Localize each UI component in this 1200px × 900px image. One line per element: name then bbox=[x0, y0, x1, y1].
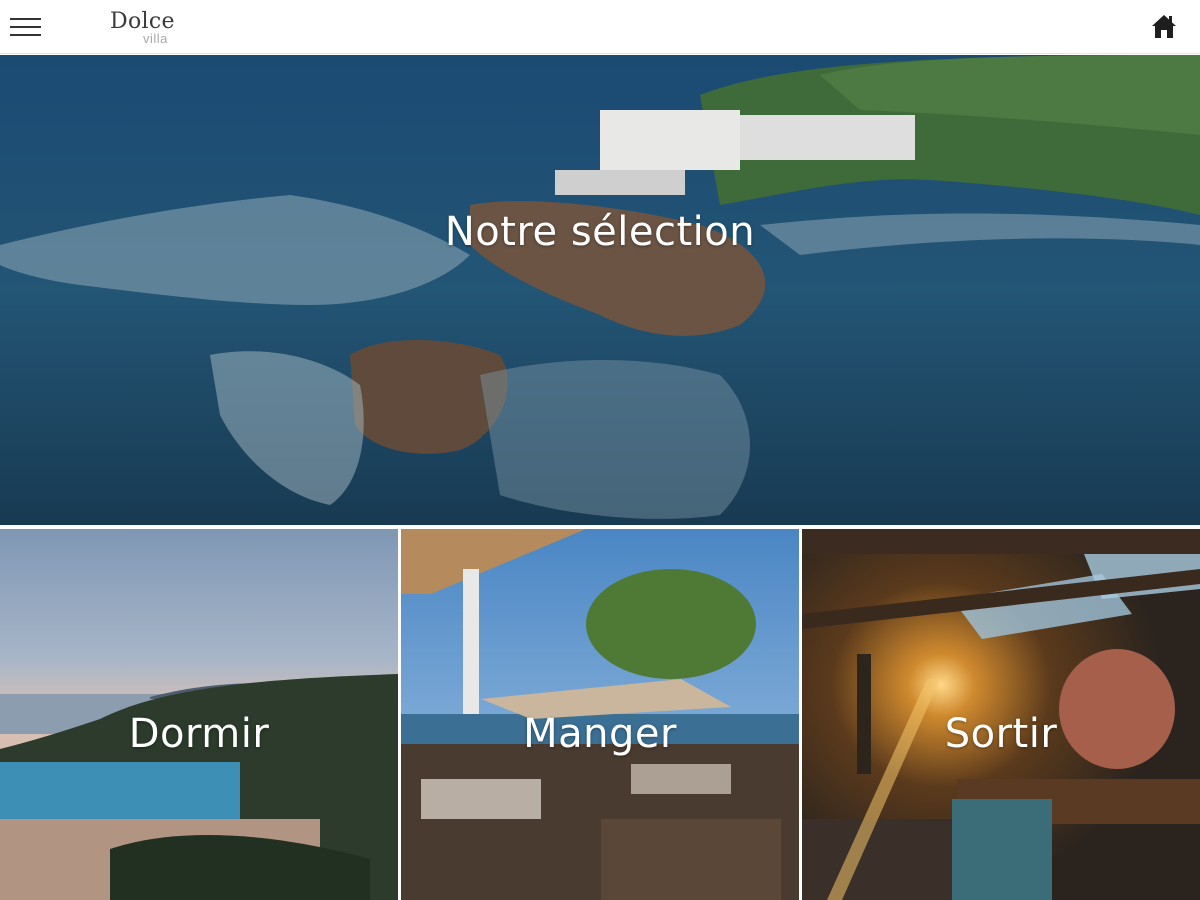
sortir-label: Sortir bbox=[944, 711, 1058, 757]
dormir-label: Dormir bbox=[128, 711, 270, 757]
tile-dormir[interactable]: Dormir bbox=[0, 529, 398, 900]
hero-image bbox=[0, 55, 1200, 525]
tile-notre-selection[interactable]: Notre sélection bbox=[0, 55, 1200, 525]
tile-manger[interactable]: Manger bbox=[401, 529, 799, 900]
home-icon[interactable] bbox=[1150, 12, 1178, 40]
hero-label: Notre sélection bbox=[444, 209, 756, 255]
app-header: Dolce villa bbox=[0, 0, 1200, 54]
manger-label: Manger bbox=[523, 711, 677, 757]
logo-sub-text: villa bbox=[143, 31, 168, 46]
logo[interactable]: Dolce villa bbox=[108, 6, 188, 48]
tile-sortir[interactable]: Sortir bbox=[802, 529, 1200, 900]
hamburger-menu-icon[interactable] bbox=[8, 12, 44, 42]
